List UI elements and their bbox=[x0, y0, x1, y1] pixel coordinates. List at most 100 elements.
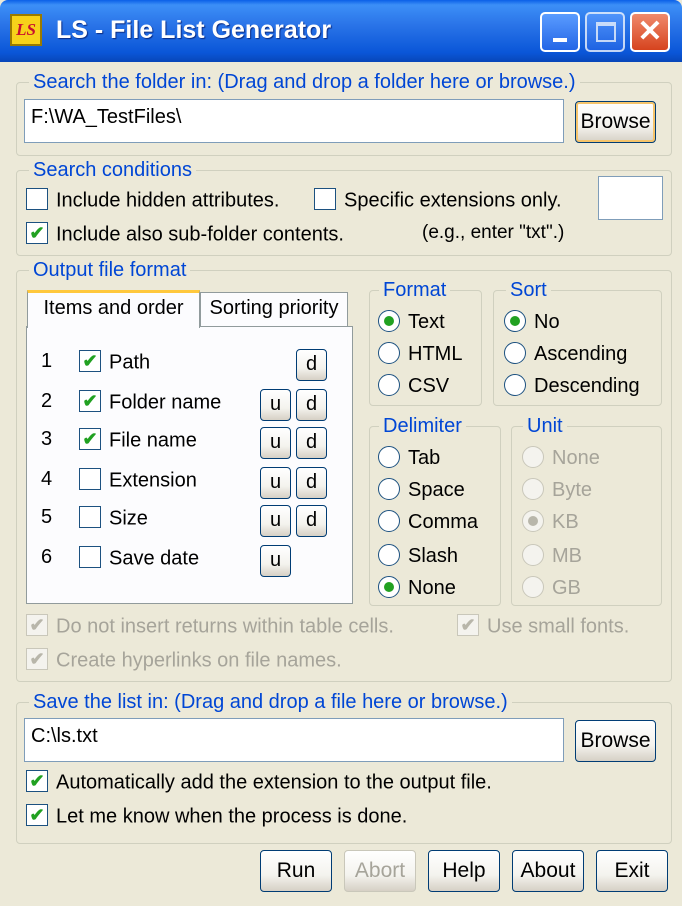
delimiter-tab-button[interactable] bbox=[378, 445, 400, 468]
sort-no-button[interactable] bbox=[504, 309, 526, 332]
sort-no-radio[interactable]: No bbox=[504, 309, 560, 334]
item-path-down-button[interactable]: d bbox=[296, 349, 327, 381]
delimiter-space-radio[interactable]: Space bbox=[378, 477, 465, 502]
item-save-date-checkbox[interactable]: Save date bbox=[79, 545, 199, 571]
delimiter-none-button[interactable] bbox=[378, 575, 400, 598]
unit-gb-button bbox=[522, 575, 544, 598]
delimiter-space-button[interactable] bbox=[378, 477, 400, 500]
unit-byte-button bbox=[522, 477, 544, 500]
include-hidden-check[interactable] bbox=[26, 187, 48, 210]
format-html-button[interactable] bbox=[378, 341, 400, 364]
item-number: 5 bbox=[41, 506, 53, 528]
item-folder-name-up-button[interactable]: u bbox=[260, 389, 291, 421]
auto-extension-checkbox[interactable]: ✔ Automatically add the extension to the … bbox=[26, 769, 492, 795]
item-path-check[interactable]: ✔ bbox=[79, 349, 101, 372]
item-file-name-down-button[interactable]: d bbox=[296, 427, 327, 459]
unit-byte-radio: Byte bbox=[522, 477, 593, 502]
delimiter-tab-radio[interactable]: Tab bbox=[378, 445, 441, 470]
tab-sorting-priority[interactable]: Sorting priority bbox=[200, 292, 348, 326]
include-subfolders-checkbox[interactable]: ✔ Include also sub-folder contents. bbox=[26, 221, 344, 247]
delimiter-none-radio[interactable]: None bbox=[378, 575, 456, 600]
format-text-button[interactable] bbox=[378, 309, 400, 332]
item-size-up-button[interactable]: u bbox=[260, 505, 291, 537]
browse-save-button[interactable]: Browse bbox=[575, 720, 656, 762]
specific-extensions-checkbox[interactable]: Specific extensions only. bbox=[314, 187, 562, 213]
item-save-date-check[interactable] bbox=[79, 545, 101, 568]
item-size-down-button[interactable]: d bbox=[296, 505, 327, 537]
unit-byte-label: Byte bbox=[552, 479, 593, 501]
search-conditions-legend: Search conditions bbox=[29, 159, 196, 181]
item-extension-check[interactable] bbox=[79, 467, 101, 490]
unit-gb-label: GB bbox=[552, 577, 581, 599]
item-file-name-check[interactable]: ✔ bbox=[79, 427, 101, 450]
item-size-checkbox[interactable]: Size bbox=[79, 505, 148, 531]
maximize-icon bbox=[596, 22, 616, 42]
include-subfolders-check[interactable]: ✔ bbox=[26, 221, 48, 244]
run-button[interactable]: Run bbox=[260, 850, 332, 892]
format-csv-radio[interactable]: CSV bbox=[378, 373, 449, 398]
auto-extension-label: Automatically add the extension to the o… bbox=[56, 771, 492, 794]
extension-input[interactable] bbox=[598, 176, 663, 220]
close-button[interactable]: ✕ bbox=[630, 12, 670, 52]
notify-done-checkbox[interactable]: ✔ Let me know when the process is done. bbox=[26, 803, 407, 829]
sort-descending-radio[interactable]: Descending bbox=[504, 373, 640, 398]
item-folder-name-down-button[interactable]: d bbox=[296, 389, 327, 421]
item-extension-checkbox[interactable]: Extension bbox=[79, 467, 197, 493]
format-text-radio[interactable]: Text bbox=[378, 309, 445, 334]
app-icon: LS bbox=[10, 14, 42, 46]
search-folder-input[interactable]: F:\WA_TestFiles\ bbox=[24, 99, 564, 143]
small-fonts-check: ✔ bbox=[457, 613, 479, 636]
item-extension-down-button[interactable]: d bbox=[296, 467, 327, 499]
delimiter-slash-button[interactable] bbox=[378, 543, 400, 566]
sort-descending-button[interactable] bbox=[504, 373, 526, 396]
unit-kb-label: KB bbox=[552, 511, 579, 533]
notify-done-check[interactable]: ✔ bbox=[26, 803, 48, 826]
delimiter-comma-button[interactable] bbox=[378, 509, 400, 532]
format-text-label: Text bbox=[408, 311, 445, 333]
item-number: 1 bbox=[41, 350, 53, 372]
item-file-name-up-button[interactable]: u bbox=[260, 427, 291, 459]
format-html-radio[interactable]: HTML bbox=[378, 341, 462, 366]
close-icon: ✕ bbox=[637, 15, 663, 48]
delimiter-comma-radio[interactable]: Comma bbox=[378, 509, 479, 534]
item-folder-name-checkbox[interactable]: ✔ Folder name bbox=[79, 389, 221, 415]
no-returns-checkbox: ✔ Do not insert returns within table cell… bbox=[26, 613, 394, 639]
item-number: 2 bbox=[41, 390, 53, 412]
exit-button[interactable]: Exit bbox=[596, 850, 668, 892]
help-button[interactable]: Help bbox=[428, 850, 500, 892]
sort-ascending-button[interactable] bbox=[504, 341, 526, 364]
maximize-button bbox=[585, 12, 625, 52]
browse-folder-button[interactable]: Browse bbox=[575, 101, 656, 143]
save-path-input[interactable]: C:\ls.txt bbox=[24, 718, 564, 762]
hyperlinks-label: Create hyperlinks on file names. bbox=[56, 649, 342, 672]
delimiter-space-label: Space bbox=[408, 479, 465, 501]
delimiter-slash-label: Slash bbox=[408, 545, 459, 567]
sort-ascending-radio[interactable]: Ascending bbox=[504, 341, 627, 366]
minimize-button[interactable] bbox=[540, 12, 580, 52]
item-number: 6 bbox=[41, 546, 53, 568]
item-folder-name-check[interactable]: ✔ bbox=[79, 389, 101, 412]
item-extension-label: Extension bbox=[109, 469, 197, 492]
item-save-date-up-button[interactable]: u bbox=[260, 545, 291, 577]
delimiter-legend: Delimiter bbox=[379, 415, 466, 437]
include-hidden-checkbox[interactable]: Include hidden attributes. bbox=[26, 187, 280, 213]
unit-gb-radio: GB bbox=[522, 575, 581, 600]
auto-extension-check[interactable]: ✔ bbox=[26, 769, 48, 792]
item-file-name-checkbox[interactable]: ✔ File name bbox=[79, 427, 197, 453]
hyperlinks-check: ✔ bbox=[26, 647, 48, 670]
item-extension-up-button[interactable]: u bbox=[260, 467, 291, 499]
delimiter-slash-radio[interactable]: Slash bbox=[378, 543, 459, 568]
item-size-label: Size bbox=[109, 507, 148, 530]
about-button[interactable]: About bbox=[512, 850, 584, 892]
format-csv-button[interactable] bbox=[378, 373, 400, 396]
tab-items-and-order[interactable]: Items and order bbox=[27, 290, 200, 328]
save-list-legend: Save the list in: (Drag and drop a file … bbox=[29, 691, 512, 713]
small-fonts-label: Use small fonts. bbox=[487, 615, 630, 638]
item-path-checkbox[interactable]: ✔ Path bbox=[79, 349, 150, 375]
specific-extensions-check[interactable] bbox=[314, 187, 336, 210]
specific-extensions-label: Specific extensions only. bbox=[344, 189, 562, 212]
delimiter-comma-label: Comma bbox=[408, 511, 479, 533]
item-size-check[interactable] bbox=[79, 505, 101, 528]
delimiter-tab-label: Tab bbox=[408, 447, 441, 469]
title-bar[interactable]: LS LS - File List Generator ✕ bbox=[0, 0, 682, 62]
